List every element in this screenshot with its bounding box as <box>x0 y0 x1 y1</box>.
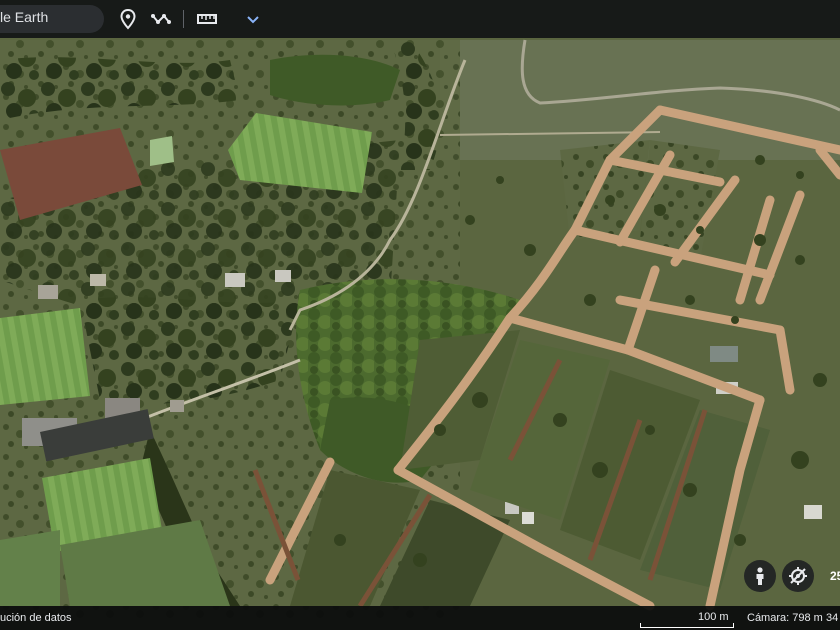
toolbar-separator <box>183 10 184 28</box>
camera-altitude: Cámara: 798 m <box>747 612 823 624</box>
scale-bar <box>640 623 734 628</box>
path-icon[interactable] <box>150 8 172 30</box>
chevron-down-icon[interactable] <box>242 8 264 30</box>
search-title: le Earth <box>0 9 49 25</box>
status-extra: 34 <box>826 612 839 624</box>
reset-orientation-icon <box>789 567 807 585</box>
satellite-map[interactable] <box>0 0 840 630</box>
ruler-icon[interactable] <box>196 8 218 30</box>
pegman-icon <box>756 567 764 585</box>
data-attribution-link[interactable]: ución de datos <box>0 612 72 624</box>
place-marker-icon[interactable] <box>117 8 139 30</box>
top-toolbar: le Earth <box>0 0 840 38</box>
pegman-button[interactable] <box>744 560 776 592</box>
status-bar: ución de datos 100 m Cámara: 798 m 34 <box>0 606 840 630</box>
scale-label: 100 m <box>698 611 729 623</box>
partial-control-label: 25 <box>830 569 840 583</box>
reset-orientation-button[interactable] <box>782 560 814 592</box>
